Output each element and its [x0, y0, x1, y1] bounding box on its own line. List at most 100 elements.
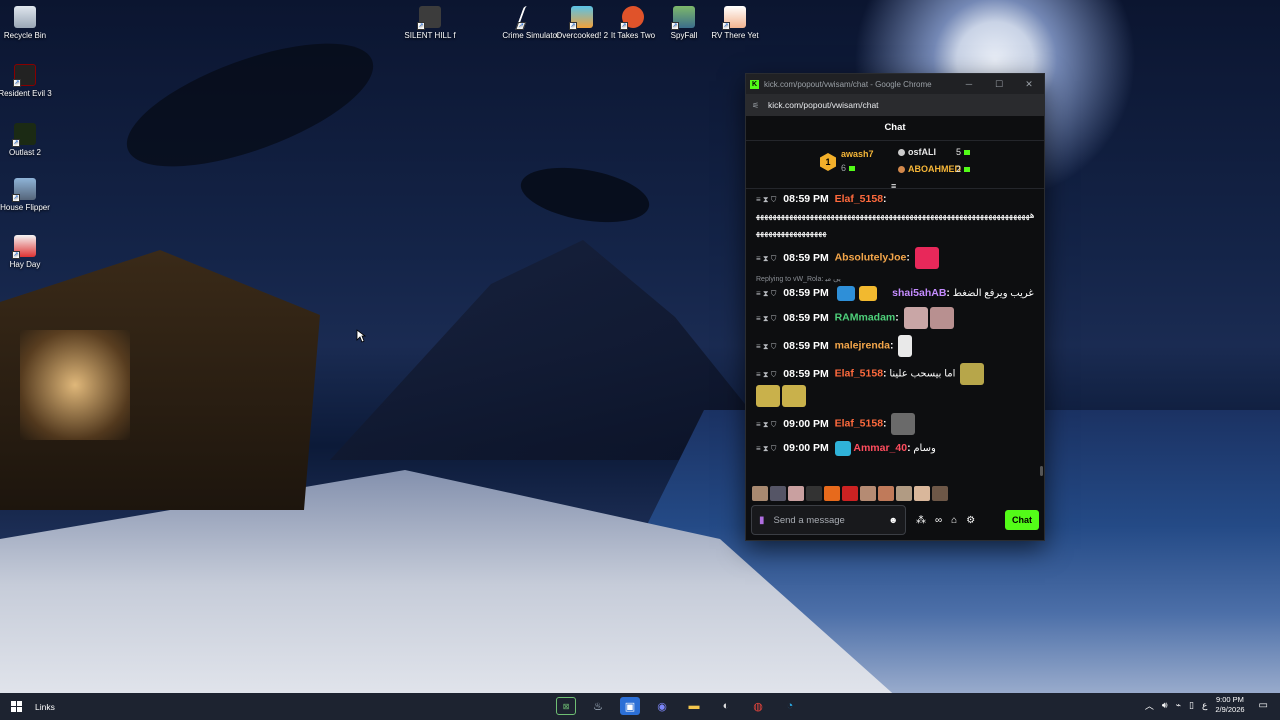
desktop-icon-outlast-2[interactable]: ↗ Outlast 2	[0, 123, 55, 158]
chrome-popout-window[interactable]: K kick.com/popout/vwisam/chat - Google C…	[745, 73, 1045, 541]
desktop-icon-hay-day[interactable]: ↗ Hay Day	[0, 235, 55, 270]
chat-message[interactable]: ≡ ⧗ ⛉ 08:59 PM RAMmadam:	[756, 307, 1036, 330]
it-takes-two-icon: ↗	[620, 6, 644, 30]
chat-scrollbar[interactable]	[1040, 466, 1043, 476]
emote-icon[interactable]	[914, 486, 930, 501]
steam-app-icon[interactable]: ♨	[588, 697, 608, 715]
leaderboard-third-name[interactable]: ABOAHMED	[898, 164, 961, 174]
store-icon[interactable]: ⌂	[951, 515, 957, 526]
desktop-icon-recycle-bin[interactable]: Recycle Bin	[0, 6, 55, 41]
emote-icon[interactable]	[878, 486, 894, 501]
store-app-icon[interactable]: ▣	[620, 697, 640, 715]
address-bar[interactable]: ⚟ kick.com/popout/vwisam/chat	[746, 94, 1044, 116]
wallpaper-mountain	[330, 240, 790, 460]
url-text[interactable]: kick.com/popout/vwisam/chat	[768, 100, 879, 110]
maximize-button[interactable]: ☐	[984, 79, 1014, 90]
clock[interactable]: 9:00 PM 2/9/2026	[1215, 695, 1244, 715]
taskbar-apps: ⊠ ♨ ▣ ◉ ▬ ◐ ◍ ◔	[556, 697, 800, 715]
emote-icon[interactable]	[896, 486, 912, 501]
site-info-icon[interactable]: ⚟	[752, 101, 762, 110]
chat-message[interactable]: Replying to vW_Rola: ﻳﻰ ﻣﺒ ≡ ⧗ ⛉ 08:59 P…	[756, 275, 1036, 301]
xbox-app-icon[interactable]: ⊠	[556, 697, 576, 715]
minimize-button[interactable]: ─	[954, 79, 984, 89]
badge-icon	[836, 286, 855, 301]
message-input-box[interactable]: ▮ ☻	[751, 505, 906, 535]
leaderboard-second-name[interactable]: osfALI	[898, 147, 936, 157]
chat-message[interactable]: ≡ ⧗ ⛉ 09:00 PM Elaf_5158:	[756, 413, 1036, 436]
kick-logo-icon: K	[750, 79, 759, 89]
silent-hill-icon: ↗	[417, 6, 441, 30]
emote-icon	[914, 247, 939, 269]
clock-date: 2/9/2026	[1215, 705, 1245, 714]
emote-icon[interactable]	[770, 486, 786, 501]
window-titlebar[interactable]: K kick.com/popout/vwisam/chat - Google C…	[746, 74, 1044, 94]
chat-messages[interactable]: ≡ ⧗ ⛉ 08:59 PM Elaf_5158: ﻫﻬﻬﻬﻬﻬﻬﻬﻬﻬﻬﻬﻬﻬ…	[746, 192, 1044, 482]
message-username[interactable]: Ammar_40	[853, 442, 907, 454]
wallpaper-hut	[0, 250, 320, 510]
emote-icon	[782, 385, 806, 408]
chat-message[interactable]: ≡ ⧗ ⛉ 08:59 PM AbsolutelyJoe:	[756, 247, 1036, 269]
recent-emotes-bar[interactable]	[752, 486, 1038, 502]
leaderboard-first-name[interactable]: awash7	[841, 149, 874, 159]
message-username[interactable]: Elaf_5158	[835, 418, 883, 430]
fire-emote-icon[interactable]	[824, 486, 840, 501]
crown-badge-icon	[859, 286, 878, 301]
chat-message[interactable]: ≡ ⧗ ⛉ 09:00 PM Ammar_40: وسام	[756, 441, 1036, 457]
bronze-badge-icon	[898, 166, 905, 173]
chat-message[interactable]: ≡ ⧗ ⛉ 08:59 PM malejrenda:	[756, 335, 1036, 358]
close-button[interactable]: ✕	[1014, 79, 1044, 90]
kicks-icon[interactable]: ⁂	[916, 515, 926, 526]
emote-icon	[898, 335, 913, 358]
notifications-icon[interactable]: ▭	[1259, 700, 1268, 711]
network-icon[interactable]: ⌁	[1176, 700, 1181, 711]
settings-gear-icon[interactable]: ⚙	[966, 515, 975, 526]
emoji-picker-icon[interactable]: ☻	[889, 515, 898, 525]
volume-icon[interactable]: 🔊︎	[1162, 700, 1168, 711]
message-input[interactable]	[773, 514, 874, 526]
desktop-icon-rv-there-yet[interactable]: ↗ RV There Yet	[705, 6, 765, 41]
edge-app-icon[interactable]: ◔	[780, 697, 800, 715]
tray-overflow-icon[interactable]: ︿	[1145, 699, 1154, 712]
message-username[interactable]: malejrenda	[835, 340, 890, 352]
collapse-leaderboard-icon[interactable]: ≡	[891, 181, 896, 191]
message-meta-icons: ≡ ⧗ ⛉	[756, 419, 777, 429]
message-username[interactable]: shai5ahAB	[892, 287, 946, 299]
language-indicator[interactable]: ع	[1202, 700, 1207, 711]
message-time: 08:59 PM	[783, 311, 829, 324]
emote-icon[interactable]	[932, 486, 948, 501]
chat-message[interactable]: ≡ ⧗ ⛉ 08:59 PM Elaf_5158: اما بيسحب علين…	[756, 363, 1036, 408]
message-username[interactable]: Elaf_5158	[835, 368, 883, 380]
taskbar: Links ⊠ ♨ ▣ ◉ ▬ ◐ ◍ ◔ ︿ 🔊︎ ⌁ ▯ ع 9:00 PM…	[0, 693, 1280, 720]
overcooked-icon: ↗	[569, 6, 593, 30]
emote-icon[interactable]	[788, 486, 804, 501]
silver-badge-icon	[898, 149, 905, 156]
links-toolbar[interactable]: Links	[35, 702, 55, 712]
mic-tray-icon[interactable]: ▯	[1189, 700, 1194, 711]
message-username[interactable]: Elaf_5158	[835, 193, 883, 205]
desktop-icon-resident-evil-3[interactable]: ↗ Resident Evil 3	[0, 64, 55, 99]
system-tray: ︿ 🔊︎ ⌁ ▯ ع 9:00 PM 2/9/2026 ▭	[1145, 695, 1268, 715]
emote-icon[interactable]	[860, 486, 876, 501]
emote-icon[interactable]	[842, 486, 858, 501]
message-meta-icons: ≡ ⧗ ⛉	[756, 289, 777, 299]
chat-message[interactable]: ≡ ⧗ ⛉ 08:59 PM Elaf_5158: ﻫﻬﻬﻬﻬﻬﻬﻬﻬﻬﻬﻬﻬﻬ…	[756, 192, 1036, 241]
chrome-app-icon[interactable]: ◍	[748, 697, 768, 715]
discord-app-icon[interactable]: ◉	[652, 697, 672, 715]
infinity-icon[interactable]: ∞	[935, 515, 942, 526]
emote-icon[interactable]	[806, 486, 822, 501]
file-explorer-icon[interactable]: ▬	[684, 697, 704, 715]
outlast-icon: ↗	[12, 123, 36, 147]
github-app-icon[interactable]: ◐	[716, 697, 736, 715]
windows-start-icon[interactable]	[11, 701, 22, 712]
microphone-icon[interactable]: ▮	[759, 515, 765, 526]
reply-context[interactable]: Replying to vW_Rola: ﻳﻰ ﻣﺒ	[756, 275, 1036, 285]
hay-day-icon: ↗	[12, 235, 36, 259]
leaderboard-third-count: 2	[956, 164, 971, 174]
desktop-icon-silent-hill-f[interactable]: ↗ SILENT HILL f	[400, 6, 460, 41]
message-username[interactable]: AbsolutelyJoe	[835, 252, 907, 264]
emote-icon[interactable]	[752, 486, 768, 501]
send-chat-button[interactable]: Chat	[1005, 510, 1039, 530]
message-text: وسام	[913, 443, 936, 455]
desktop-icon-house-flipper[interactable]: ↗ House Flipper	[0, 178, 55, 213]
message-username[interactable]: RAMmadam	[835, 312, 896, 324]
